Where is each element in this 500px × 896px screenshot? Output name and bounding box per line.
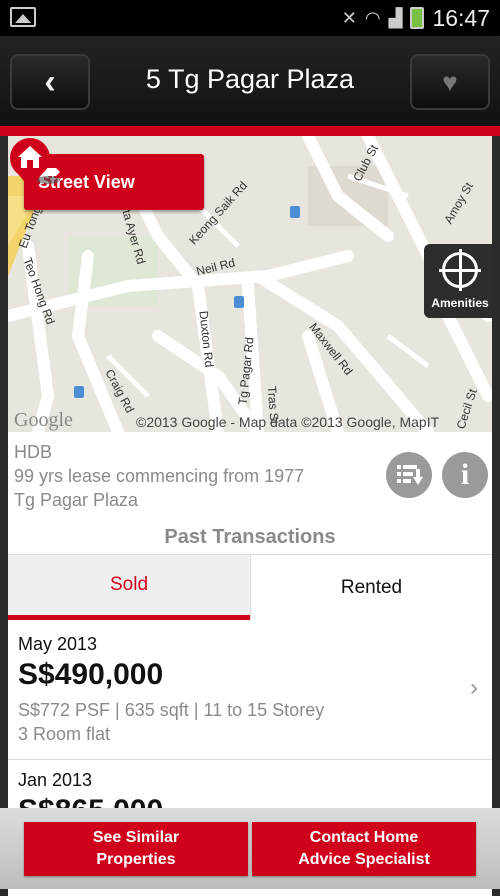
contact-label: Contact Home Advice Specialist [298, 829, 430, 868]
list-download-icon [397, 465, 423, 485]
chevron-right-icon: › [470, 674, 478, 701]
transaction-tabs: Sold Rented [8, 554, 492, 620]
info-icon: i [460, 458, 470, 491]
lease-info: 99 yrs lease commencing from 1977 [14, 466, 305, 486]
property-type: HDB [14, 442, 53, 462]
property-detail: Club St Amoy St Eu Tong Teo Hong Rd Keon… [8, 136, 492, 896]
wifi-icon: ◠ [364, 7, 381, 28]
contact-specialist-button[interactable]: Contact Home Advice Specialist [252, 822, 476, 876]
past-transactions-title: Past Transactions [164, 526, 336, 548]
see-similar-properties-button[interactable]: See Similar Properties [24, 822, 248, 876]
back-chevron-icon: ‹ [44, 62, 56, 101]
tab-sold[interactable]: Sold [8, 555, 250, 620]
crosshair-icon [439, 249, 481, 291]
mute-icon: ✕ [341, 7, 357, 28]
home-pin-icon[interactable] [8, 136, 62, 190]
google-logo: Google [14, 409, 73, 431]
page-title: 5 Tg Pagar Plaza [145, 64, 355, 94]
info-button[interactable]: i [442, 452, 488, 498]
transaction-price: S$490,000 [18, 658, 164, 691]
transaction-detail: S$772 PSF | 635 sqft | 11 to 15 Storey [18, 700, 325, 720]
gallery-notification-icon [10, 7, 36, 27]
map-copyright: ©2013 Google - Map data ©2013 Google, Ma… [136, 414, 440, 430]
transaction-row[interactable]: May 2013 S$490,000 S$772 PSF | 635 sqft … [8, 622, 492, 760]
footer-bar: See Similar Properties Contact Home Advi… [0, 808, 500, 889]
map-view[interactable]: Club St Amoy St Eu Tong Teo Hong Rd Keon… [8, 136, 492, 432]
app-header: ‹ 5 Tg Pagar Plaza ♥ [0, 36, 500, 126]
see-similar-label: See Similar Properties [92, 829, 180, 868]
signal-icon: ▟ [388, 7, 403, 28]
favorite-button[interactable]: ♥ [410, 54, 490, 110]
accent-bar [0, 126, 500, 136]
transaction-date: Jan 2013 [18, 770, 93, 790]
clock: 16:47 [432, 4, 490, 31]
street-name: Tg Pagar Plaza [14, 490, 139, 510]
status-bar: ✕ ◠ ▟ 16:47 [0, 0, 500, 36]
back-button[interactable]: ‹ [10, 54, 90, 110]
heart-icon: ♥ [442, 66, 458, 97]
transaction-flat-type: 3 Room flat [18, 724, 111, 744]
property-info: HDB 99 yrs lease commencing from 1977 Tg… [8, 436, 492, 516]
list-download-button[interactable] [386, 452, 432, 498]
amenities-label: Amenities [431, 296, 489, 310]
tab-rented[interactable]: Rented [250, 555, 492, 620]
amenities-button[interactable]: Amenities [424, 244, 492, 318]
battery-icon [410, 7, 425, 29]
transaction-date: May 2013 [18, 634, 98, 654]
